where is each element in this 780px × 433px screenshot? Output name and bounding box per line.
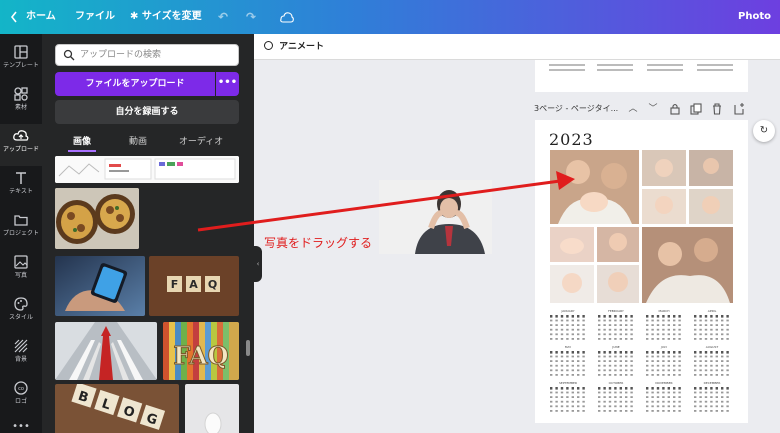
drag-arrow [197, 171, 575, 232]
drag-instruction-label: 写真をドラッグする [264, 236, 373, 250]
